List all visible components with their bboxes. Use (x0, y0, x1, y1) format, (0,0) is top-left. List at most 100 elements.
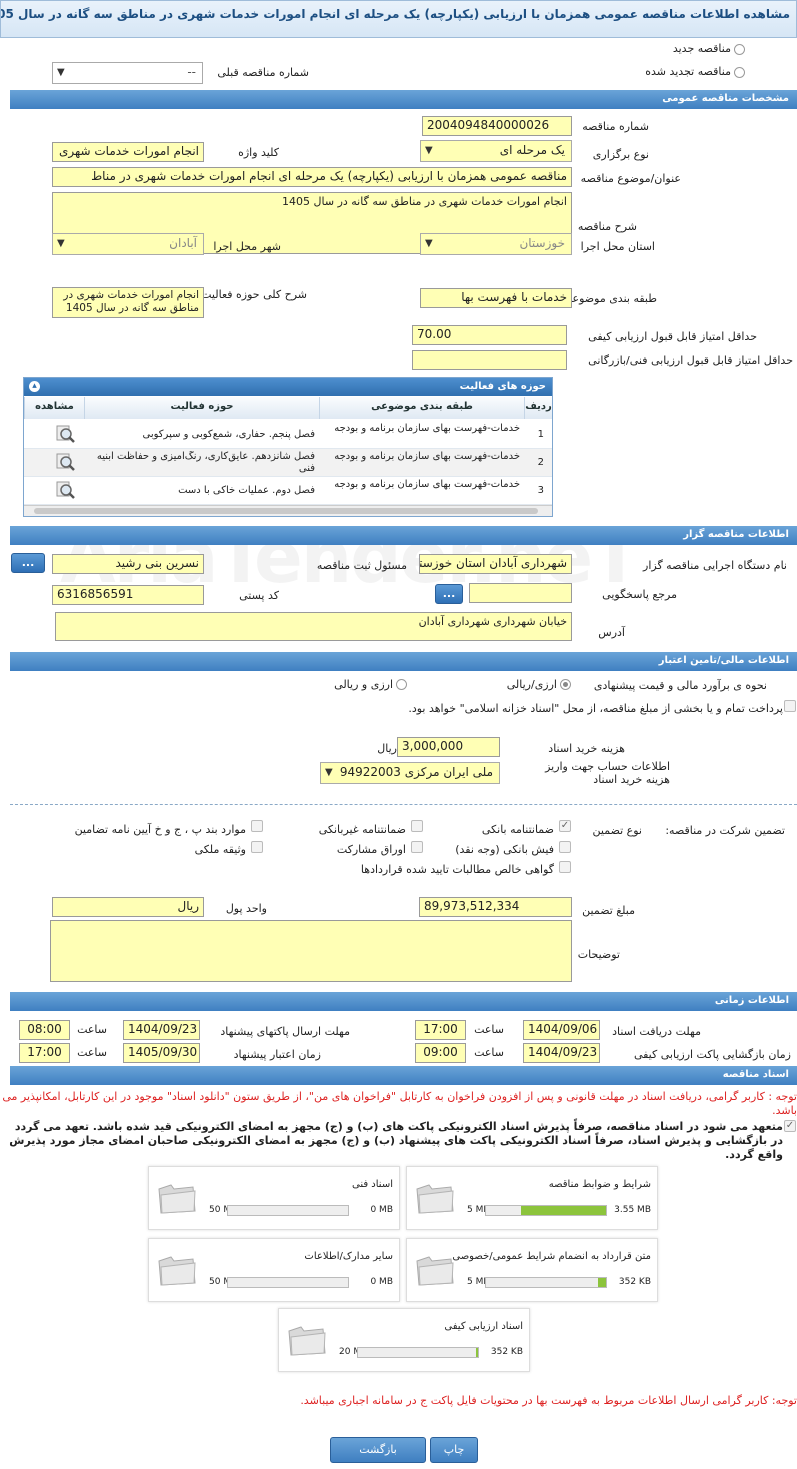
category-field[interactable]: خدمات با فهرست بها (420, 288, 572, 308)
folder-icon (416, 1184, 454, 1214)
prev-number-select[interactable]: -- ▼ (52, 62, 203, 84)
file-progress-fill (520, 1206, 606, 1215)
file-current: 0 MB (370, 1205, 393, 1215)
view-magnifier-icon[interactable] (54, 452, 76, 472)
commitment-checkbox[interactable]: ✓ (784, 1120, 796, 1132)
scrollbar-thumb[interactable] (34, 508, 538, 514)
ref-label: مرجع پاسخگویی (602, 588, 677, 601)
city-select[interactable]: آبادان ▼ (52, 233, 204, 255)
file-card[interactable]: اسناد ارزیابی کیفی 20 MB 352 KB (278, 1308, 530, 1372)
net-claims-checkbox[interactable] (559, 861, 571, 873)
collapse-icon[interactable]: ▴ (29, 381, 40, 392)
receive-date[interactable]: 1404/09/06 (523, 1020, 600, 1040)
send-date[interactable]: 1404/09/23 (123, 1020, 200, 1040)
section-timing: اطلاعات زمانی (10, 992, 797, 1011)
bank-guarantee-checkbox[interactable]: ✓ (559, 820, 571, 832)
file-current: 3.55 MB (614, 1205, 651, 1215)
type-select[interactable]: یک مرحله ای ▼ (420, 140, 572, 162)
renewed-tender-radio[interactable] (734, 67, 745, 78)
receive-label: مهلت دریافت اسناد (612, 1025, 701, 1038)
price-list-note: توجه: کاربر گرامی ارسال اطلاعات مربوط به… (300, 1394, 797, 1407)
row-category: خدمات-فهرست بهای سازمان برنامه و بودجه (334, 479, 520, 490)
keyword-field[interactable]: انجام امورات خدمات شهری (52, 142, 204, 162)
view-magnifier-icon[interactable] (54, 424, 76, 444)
file-progress-fill (597, 1278, 606, 1287)
address-field[interactable]: خیابان شهرداری شهرداری آبادان (55, 612, 572, 641)
items-bpj-checkbox[interactable] (251, 820, 263, 832)
nonbank-guarantee-checkbox[interactable] (411, 820, 423, 832)
postal-field[interactable]: 6316856591 (52, 585, 204, 605)
valid-label: زمان اعتبار پیشنهاد (233, 1048, 321, 1061)
open-label: زمان بازگشایی پاکت ارزیابی کیفی (633, 1048, 791, 1061)
city-label: شهر محل اجرا (213, 240, 281, 253)
file-card[interactable]: اسناد فنی 50 MB 0 MB (148, 1166, 400, 1230)
open-time[interactable]: 09:00 (415, 1043, 466, 1063)
new-tender-radio[interactable] (734, 44, 745, 55)
section-documents: اسناد مناقصه (10, 1066, 797, 1085)
rial-currency-radio[interactable] (560, 679, 571, 690)
valid-date[interactable]: 1405/09/30 (123, 1043, 200, 1063)
time-label: ساعت (77, 1046, 107, 1059)
province-select[interactable]: خوزستان ▼ (420, 233, 572, 255)
folder-icon (158, 1184, 196, 1214)
province-label: استان محل اجرا (580, 240, 655, 253)
account-label: اطلاعات حساب جهت واریز هزینه خرید اسناد (545, 760, 670, 786)
doc-fee-unit: ریال (377, 742, 397, 755)
currency-rial-radio[interactable] (396, 679, 407, 690)
row-category: خدمات-فهرست بهای سازمان برنامه و بودجه (334, 423, 520, 434)
treasury-checkbox[interactable] (784, 700, 796, 712)
min-quality-field[interactable]: 70.00 (412, 325, 567, 345)
file-card[interactable]: سایر مدارک/اطلاعات 50 MB 0 MB (148, 1238, 400, 1302)
divider (10, 804, 797, 805)
chevron-down-icon: ▼ (57, 238, 65, 249)
property-checkbox[interactable] (251, 841, 263, 853)
row-activity: فصل شانزدهم. عایق‌کاری، رنگ‌آمیزی و حفاظ… (96, 451, 315, 474)
doc-fee-label: هزینه خرید اسناد (548, 742, 625, 755)
file-card[interactable]: شرایط و ضوابط مناقصه 5 MB 3.55 MB (406, 1166, 658, 1230)
valid-time[interactable]: 17:00 (19, 1043, 70, 1063)
currency-field[interactable]: ریال (52, 897, 204, 917)
file-card[interactable]: متن قرارداد به انضمام شرایط عمومی/خصوصی … (406, 1238, 658, 1302)
print-button[interactable]: چاپ (430, 1437, 478, 1463)
col-row: ردیف (524, 397, 552, 419)
page-title: مشاهده اطلاعات مناقصه عمومی همزمان با ار… (0, 0, 797, 38)
col-activity: حوزه فعالیت (84, 397, 319, 419)
back-button[interactable]: بازگشت (330, 1437, 426, 1463)
registrar-field[interactable]: نسرین بنی رشید (52, 554, 204, 574)
file-progress (485, 1277, 607, 1288)
receive-time[interactable]: 17:00 (415, 1020, 466, 1040)
new-tender-label: مناقصه جدید (672, 42, 731, 55)
row-activity: فصل پنجم. حفاری، شمع‌کوبی و سپرکوبی (142, 429, 316, 440)
account-select[interactable]: ملی ایران مرکزی 94922003 ▼ (320, 762, 500, 784)
subject-field[interactable]: مناقصه عمومی همزمان با ارزیابی (یکپارچه)… (52, 167, 572, 187)
file-name: شرایط و ضوابط مناقصه (548, 1179, 651, 1190)
registrar-lookup-button[interactable]: ... (11, 553, 45, 573)
activity-grid-header: حوزه های فعالیت ▴ (24, 378, 552, 396)
chevron-down-icon: ▼ (425, 145, 433, 156)
horizontal-scrollbar[interactable] (24, 505, 552, 516)
send-time[interactable]: 08:00 (19, 1020, 70, 1040)
view-magnifier-icon[interactable] (54, 480, 76, 500)
chevron-down-icon: ▼ (325, 767, 333, 778)
notes-label: توضیحات (577, 948, 620, 961)
chevron-down-icon: ▼ (425, 238, 433, 249)
bank-receipt-checkbox[interactable] (559, 841, 571, 853)
tender-number-field[interactable]: 2004094840000026 (422, 116, 572, 136)
open-date[interactable]: 1404/09/23 (523, 1043, 600, 1063)
scope-field[interactable]: انجام امورات خدمات شهری در مناطق سه گانه… (52, 287, 204, 318)
chevron-down-icon: ▼ (57, 67, 65, 78)
guarantee-amount-field[interactable]: 89,973,512,334 (419, 897, 572, 917)
min-tech-field[interactable] (412, 350, 567, 370)
doc-fee-field[interactable]: 3,000,000 (397, 737, 500, 757)
ref-field[interactable] (469, 583, 572, 603)
folder-icon (158, 1256, 196, 1286)
time-label: ساعت (474, 1046, 504, 1059)
file-progress (485, 1205, 607, 1216)
ref-lookup-button[interactable]: ... (435, 584, 463, 604)
net-claims-label: گواهی خالص مطالبات تایید شده قراردادها (360, 863, 554, 876)
org-field[interactable]: شهرداری آبادان استان خوزستان (419, 554, 572, 574)
bonds-checkbox[interactable] (411, 841, 423, 853)
subject-label: عنوان/موضوع مناقصه (580, 172, 681, 185)
notes-field[interactable] (50, 920, 572, 982)
guarantee-label: تضمین شرکت در مناقصه: (665, 824, 785, 837)
